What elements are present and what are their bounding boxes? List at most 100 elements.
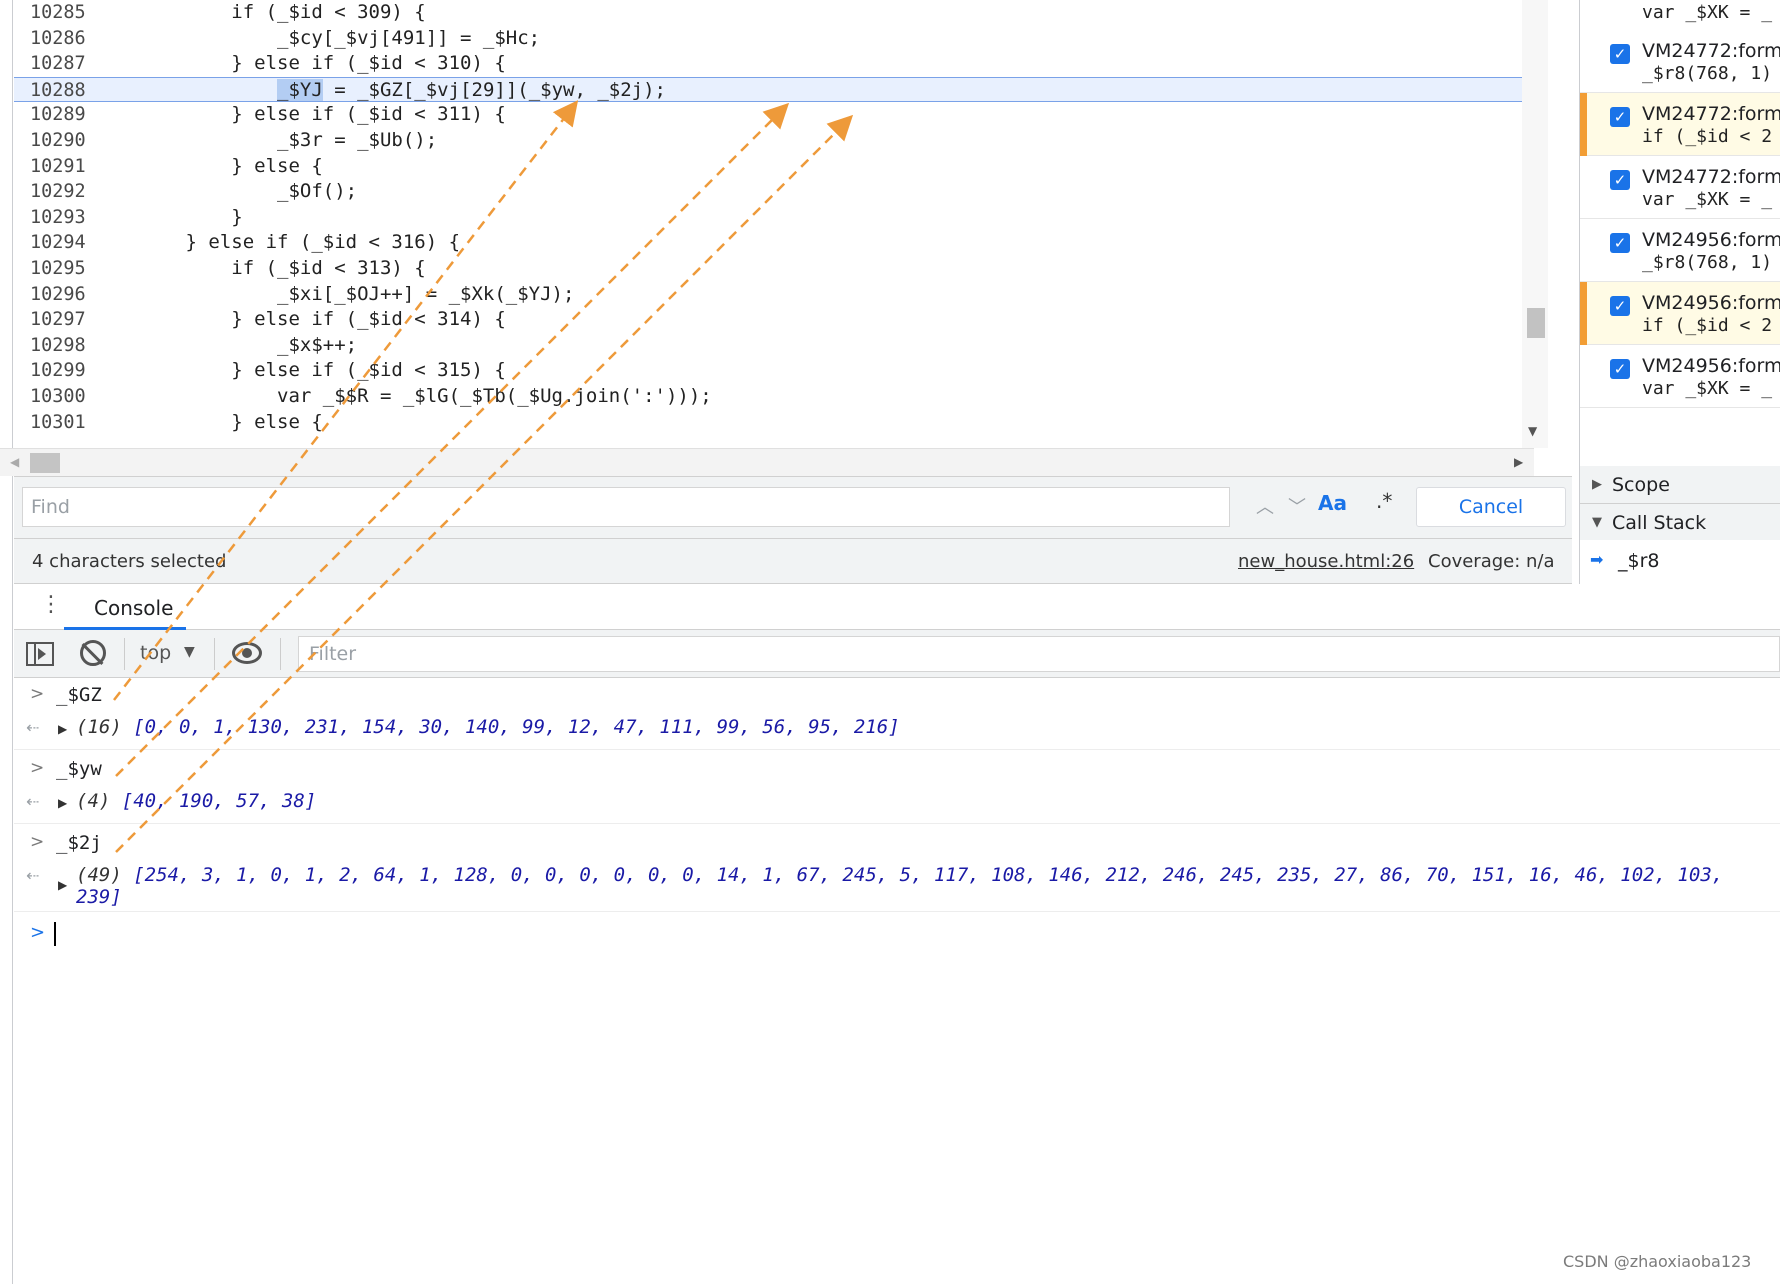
code-line[interactable]: 10298 _$x$++; [14,333,1548,359]
code-line[interactable]: 10286 _$cy[_$vj[491]] = _$Hc; [14,26,1548,52]
line-number[interactable]: 10293 [30,205,100,231]
regex-button[interactable]: .* [1376,489,1392,513]
console-result-row[interactable]: ⇠ ▶ (49) [254, 3, 1, 0, 1, 2, 64, 1, 128, … [14,860,1780,912]
code-text: _$YJ = _$GZ[_$vj[29]](_$yw, _$2j); [94,78,666,104]
breakpoint-checkbox[interactable]: ✓ [1610,359,1630,379]
code-text: _$3r = _$Ub(); [94,128,438,151]
line-number[interactable]: 10294 [30,230,100,256]
breakpoint-checkbox[interactable]: ✓ [1610,296,1630,316]
code-text: } else { [94,154,323,177]
expand-array-icon[interactable]: ▶ [58,722,67,736]
line-number[interactable]: 10297 [30,307,100,333]
vertical-scroll-thumb[interactable] [1527,308,1545,338]
line-number[interactable]: 10298 [30,333,100,359]
breakpoint-checkbox[interactable]: ✓ [1610,107,1630,127]
breakpoint-checkbox[interactable]: ✓ [1610,170,1630,190]
expand-array-icon[interactable]: ▶ [58,878,67,892]
line-number[interactable]: 10288 [30,78,100,104]
console-result-row[interactable]: ⇠ ▶ (16) [0, 0, 1, 130, 231, 154, 30, 140,… [14,712,1780,750]
breakpoint-checkbox[interactable]: ✓ [1610,44,1630,64]
breakpoint-item[interactable]: ✓ VM24956:form if (_$id < 2 [1580,282,1780,345]
cancel-button[interactable]: Cancel [1416,487,1566,527]
expand-array-icon[interactable]: ▶ [58,796,67,810]
code-line[interactable]: 10296 _$xi[_$OJ++] = _$Xk(_$YJ); [14,282,1548,308]
code-line[interactable]: 10294 } else if (_$id < 316) { [14,230,1548,256]
call-stack-section-header[interactable]: ▼ Call Stack [1580,504,1780,542]
code-line[interactable]: 10297 } else if (_$id < 314) { [14,307,1548,333]
context-selector[interactable]: top [140,642,171,664]
line-number[interactable]: 10289 [30,102,100,128]
console-output[interactable]: > _$GZ ⇠ ▶ (16) [0, 0, 1, 130, 231, 154, 30,… [14,678,1780,1284]
code-line[interactable]: 10301 } else { [14,410,1548,436]
code-line[interactable]: 10291 } else { [14,154,1548,180]
scroll-left-icon[interactable]: ◀ [10,455,19,469]
breakpoint-item[interactable]: ✓ VM24772:form if (_$id < 2 [1580,93,1780,156]
line-number[interactable]: 10286 [30,26,100,52]
console-filter-input[interactable] [298,636,1780,672]
code-lines: 10285 if (_$id < 309) {10286 _$cy[_$vj[4… [14,0,1548,435]
live-expression-eye-icon[interactable] [232,642,262,664]
breakpoint-item[interactable]: ✓ VM24956:form var _$XK = _ [1580,345,1780,408]
scope-label: Scope [1612,474,1670,496]
code-text: _$x$++; [94,333,358,356]
line-number[interactable]: 10296 [30,282,100,308]
find-bar: ︿ ﹀ Aa .* Cancel [14,476,1572,538]
vertical-scrollbar[interactable]: ▼ [1522,0,1548,448]
breakpoint-item[interactable]: ✓ VM24772:form _$r8(768, 1) [1580,30,1780,93]
selection-status: 4 characters selected [32,551,227,572]
array-values: [40, 190, 57, 38] [121,790,317,812]
tab-console[interactable]: Console [64,584,186,630]
line-number[interactable]: 10287 [30,51,100,77]
dropdown-arrow-icon[interactable]: ▼ [184,644,195,660]
line-number[interactable]: 10285 [30,0,100,26]
code-line[interactable]: 10290 _$3r = _$Ub(); [14,128,1548,154]
breakpoint-item[interactable]: ✓ VM24956:form _$r8(768, 1) [1580,219,1780,282]
code-editor[interactable]: 10285 if (_$id < 309) {10286 _$cy[_$vj[4… [14,0,1548,448]
coverage-status: Coverage: n/a [1428,551,1555,572]
source-location-link[interactable]: new_house.html:26 [1238,551,1414,572]
code-line[interactable]: 10295 if (_$id < 313) { [14,256,1548,282]
code-line[interactable]: 10289 } else if (_$id < 311) { [14,102,1548,128]
horizontal-scrollbar[interactable]: ◀ ▶ [0,448,1534,476]
more-options-icon[interactable]: ⋮ [40,592,62,617]
scroll-right-icon[interactable]: ▶ [1514,455,1523,469]
line-number[interactable]: 10291 [30,154,100,180]
drawer-tab-bar: ⋮ Console [14,584,1780,630]
line-number[interactable]: 10290 [30,128,100,154]
code-line[interactable]: 10300 var _$$R = _$lG(_$Tb(_$Ug.join(':'… [14,384,1548,410]
code-line[interactable]: 10293 } [14,205,1548,231]
code-line[interactable]: 10285 if (_$id < 309) { [14,0,1548,26]
code-text: _$xi[_$OJ++] = _$Xk(_$YJ); [94,282,575,305]
console-input-caret[interactable] [54,922,56,946]
code-line[interactable]: 10288 _$YJ = _$GZ[_$vj[29]](_$yw, _$2j); [14,76,1548,104]
result-arrow-icon: ⇠ [26,718,40,737]
find-previous-icon[interactable]: ︿ [1252,493,1278,519]
line-number[interactable]: 10300 [30,384,100,410]
find-next-icon[interactable]: ﹀ [1284,493,1310,519]
scroll-down-icon[interactable]: ▼ [1528,424,1537,438]
line-number[interactable]: 10292 [30,179,100,205]
breakpoint-code-preview: var _$XK = _ [1642,2,1773,23]
breakpoint-checkbox[interactable]: ✓ [1610,233,1630,253]
show-sidebar-icon[interactable] [26,642,54,666]
result-arrow-icon: ⇠ [26,792,40,811]
match-case-button[interactable]: Aa [1318,491,1347,515]
clear-console-icon[interactable] [80,640,106,666]
code-line[interactable]: 10299 } else if (_$id < 315) { [14,358,1548,384]
line-number[interactable]: 10301 [30,410,100,436]
scope-section-header[interactable]: ▶ Scope [1580,466,1780,504]
console-result-row[interactable]: ⇠ ▶ (4) [40, 190, 57, 38] [14,786,1780,824]
code-line[interactable]: 10292 _$Of(); [14,179,1548,205]
array-length: (49) [76,864,122,886]
breakpoint-item[interactable]: ✓ VM24772:form var _$XK = _ [1580,156,1780,219]
find-input[interactable] [22,487,1230,527]
line-number[interactable]: 10299 [30,358,100,384]
horizontal-scroll-thumb[interactable] [30,453,60,473]
code-text: } else { [94,410,323,433]
call-stack-frame[interactable]: ➡ _$r8 [1580,540,1780,584]
line-number[interactable]: 10295 [30,256,100,282]
toolbar-divider [280,638,281,670]
breakpoint-location: VM24772:form [1642,40,1780,62]
code-text: } [94,205,243,228]
code-line[interactable]: 10287 } else if (_$id < 310) { [14,51,1548,77]
